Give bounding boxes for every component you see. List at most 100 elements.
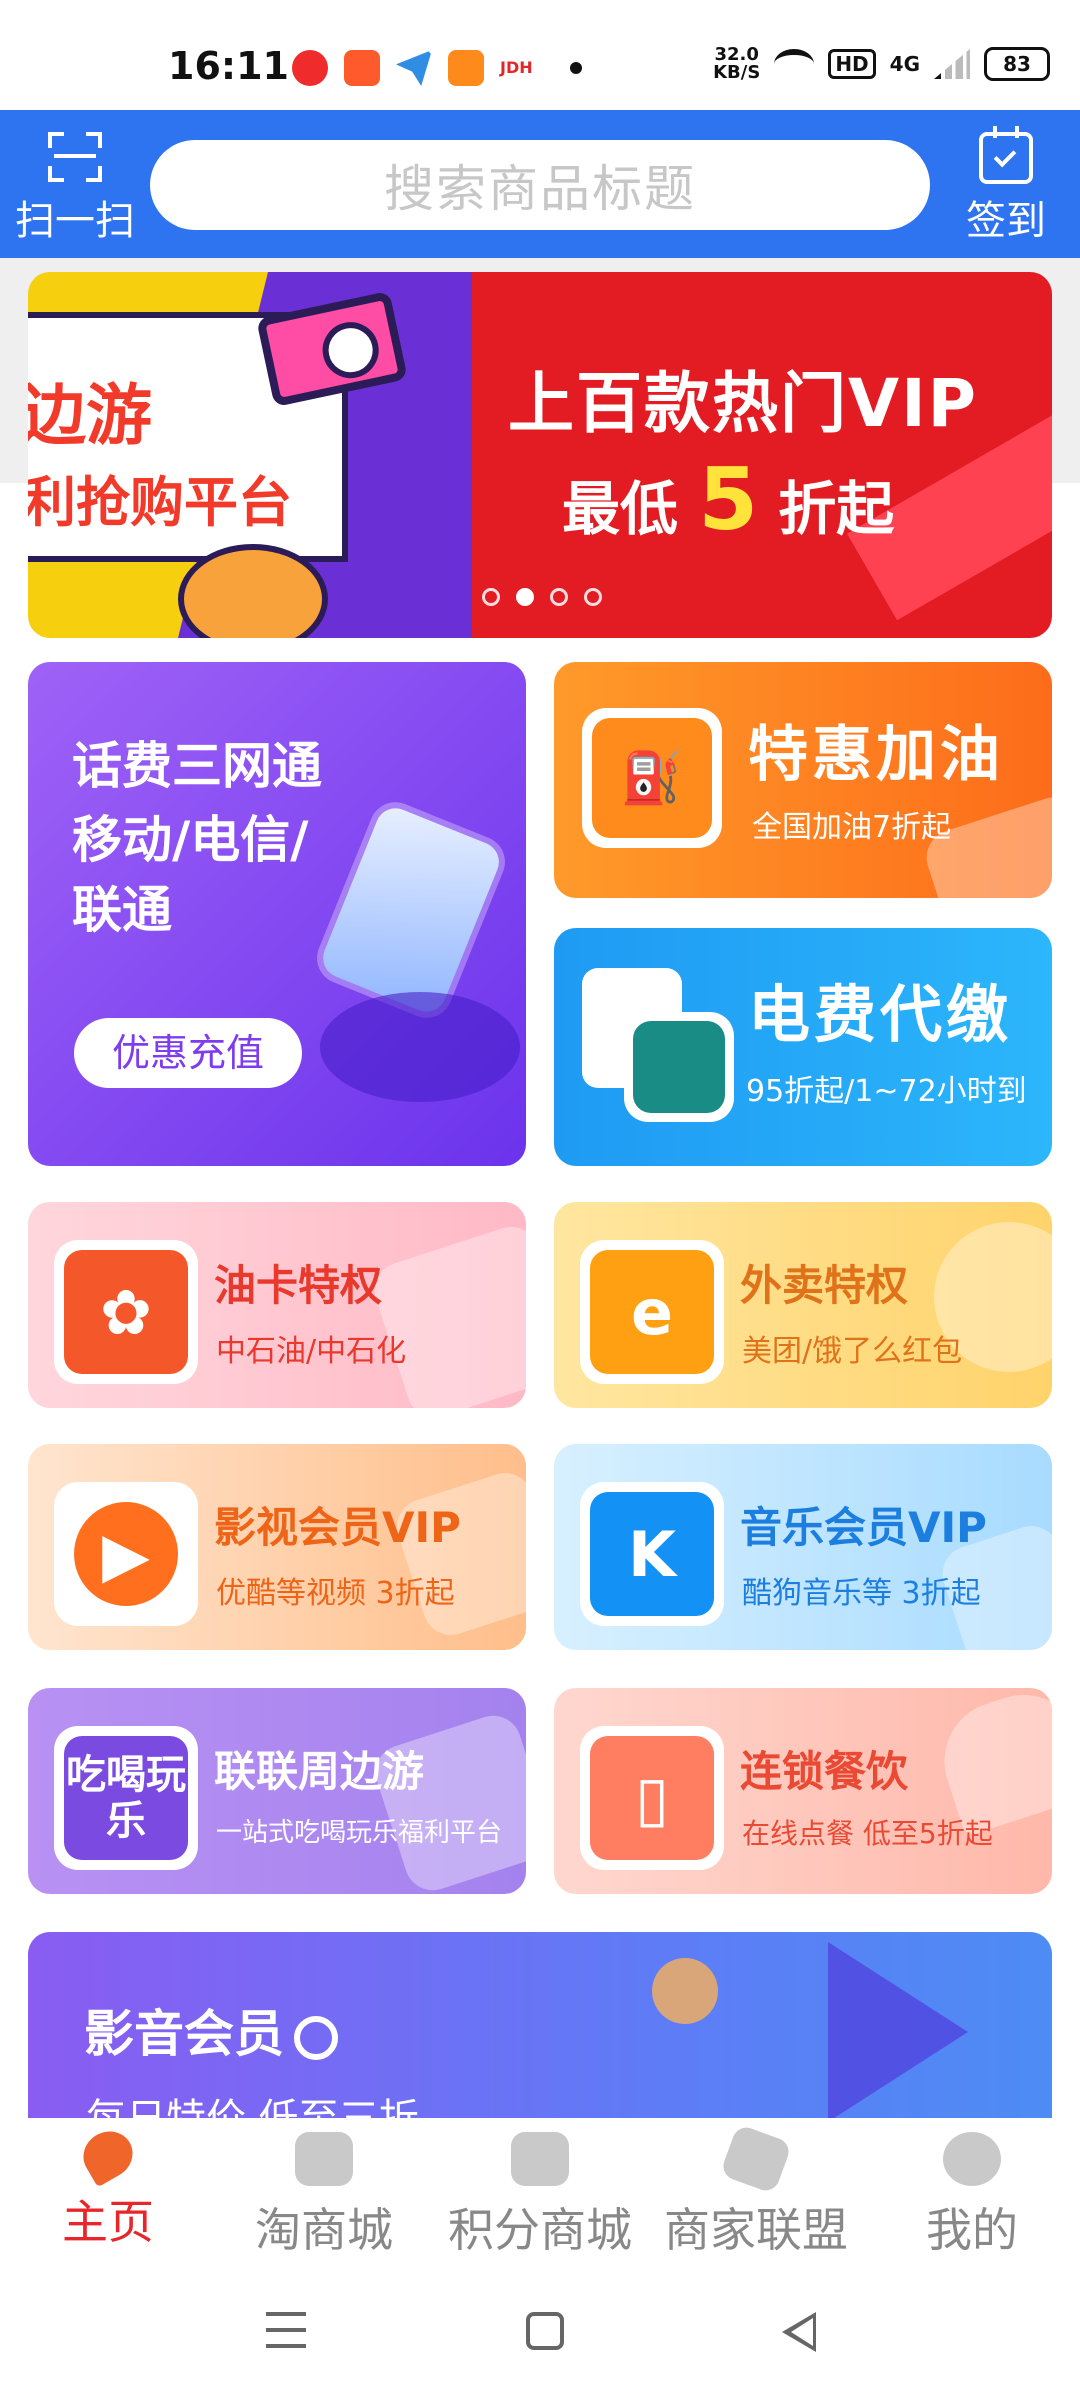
video-vip-card[interactable]: ▶ 影视会员VIP 优酷等视频 3折起: [28, 1444, 526, 1650]
bottom-navigation: 主页 淘商城 积分商城 商家联盟 我的: [0, 2118, 1080, 2268]
restaurant-card-subtitle: 在线点餐 低至5折起: [742, 1817, 993, 1850]
banner-slide-vip: 上百款热门VIP 最低 5 折起: [472, 272, 1052, 638]
state-grid-logo-icon: [624, 1012, 734, 1122]
power-card-subtitle: 95折起/1~72小时到: [746, 1074, 1027, 1109]
tab-points-mall[interactable]: 积分商城: [432, 2118, 648, 2268]
scan-button[interactable]: 扫一扫: [0, 120, 150, 250]
status-time: 16:11: [168, 44, 289, 88]
tab-merchant-alliance[interactable]: 商家联盟: [648, 2118, 864, 2268]
delivery-e-icon: e: [590, 1250, 714, 1374]
battery-icon: 83: [984, 47, 1050, 81]
food-card-subtitle: 美团/饿了么红包: [742, 1334, 963, 1369]
local-tour-card[interactable]: 吃喝玩乐 联联周边游 一站式吃喝玩乐福利平台: [28, 1688, 526, 1894]
media-card-title-text: 影音会员: [84, 2005, 284, 2063]
mobile-order-icon: ▯: [590, 1736, 714, 1860]
kugou-k-icon: K: [590, 1492, 714, 1616]
electricity-bill-card[interactable]: 电费代缴 95折起/1~72小时到: [554, 928, 1052, 1166]
banner-discount-number: 5: [698, 450, 759, 550]
sinopec-logo-icon: ✿: [64, 1250, 188, 1374]
oil-card-privilege-card[interactable]: ✿ 油卡特权 中石油/中石化: [28, 1202, 526, 1408]
video-icon-box: ▶: [54, 1482, 198, 1626]
music-card-subtitle: 酷狗音乐等 3折起: [742, 1576, 981, 1611]
carousel-dot-active[interactable]: [516, 588, 534, 606]
scan-icon: [48, 132, 102, 182]
music-note-icon: [652, 1958, 718, 2024]
top-header: 扫一扫 搜索商品标题 签到: [0, 110, 1080, 258]
music-icon-box: K: [580, 1482, 724, 1626]
cellular-label: 4G: [889, 52, 920, 76]
media-card-subtitle: 每日特价 低至三折: [86, 2096, 419, 2122]
banner-slide-travel: 边游 利抢购平台: [28, 272, 478, 638]
back-triangle-icon[interactable]: [782, 2312, 816, 2352]
chain-restaurant-card[interactable]: ▯ 连锁餐饮 在线点餐 低至5折起: [554, 1688, 1052, 1894]
network-speed-unit: KB/S: [713, 62, 761, 83]
jdh-notification-icon: JDH: [500, 50, 544, 86]
fuel-card-subtitle: 全国加油7折起: [752, 810, 952, 845]
eat-drink-play-icon: 吃喝玩乐: [64, 1736, 188, 1860]
tab-home[interactable]: 主页: [0, 2118, 216, 2268]
sign-in-label: 签到: [966, 198, 1046, 244]
banner-vip-title: 上百款热门VIP: [508, 365, 979, 442]
gas-station-icon: ⛽: [592, 718, 712, 838]
carousel-dot[interactable]: [584, 588, 602, 606]
ticket-icon: [719, 2123, 793, 2195]
oil-card-subtitle: 中石油/中石化: [216, 1334, 407, 1369]
media-vip-card[interactable]: 影音会员 每日特价 低至三折: [28, 1932, 1052, 2122]
recent-apps-icon[interactable]: [266, 2312, 306, 2348]
tab-points-mall-label: 积分商城: [448, 2203, 632, 2257]
promo-banner-carousel[interactable]: 边游 利抢购平台 上百款热门VIP 最低 5 折起: [28, 272, 1052, 638]
phone-card-line2: 移动/电信/: [72, 811, 309, 869]
food-delivery-card[interactable]: e 外卖特权 美团/饿了么红包: [554, 1202, 1052, 1408]
tab-profile[interactable]: 我的: [864, 2118, 1080, 2268]
phone-stand-decoration: [320, 992, 520, 1102]
restaurant-icon-box: ▯: [580, 1726, 724, 1870]
phone-card-line1: 话费三网通: [72, 737, 322, 795]
play-circle-icon: ▶: [74, 1502, 178, 1606]
fuel-discount-card[interactable]: ⛽ 特惠加油 全国加油7折起: [554, 662, 1052, 898]
status-bar: 16:11 JDH 32.0 KB/S HD 4G 83: [0, 0, 1080, 110]
music-vip-card[interactable]: K 音乐会员VIP 酷狗音乐等 3折起: [554, 1444, 1052, 1650]
swirl-icon: [294, 2015, 338, 2060]
banner-discount-suffix: 折起: [778, 475, 895, 543]
tour-card-subtitle: 一站式吃喝玩乐福利平台: [216, 1818, 503, 1848]
system-navigation-bar: [0, 2268, 1080, 2400]
tab-home-label: 主页: [62, 2195, 154, 2249]
kuaishou-notification-icon: [344, 50, 380, 86]
tour-icon-box: 吃喝玩乐: [54, 1726, 198, 1870]
carousel-indicator: [482, 588, 602, 606]
tab-merchant-alliance-label: 商家联盟: [664, 2203, 848, 2257]
banner-vip-discount: 最低 5 折起: [562, 450, 894, 550]
more-notifications-dot-icon: [570, 62, 582, 74]
fuel-icon-box: ⛽: [582, 708, 722, 848]
recharge-button[interactable]: 优惠充值: [74, 1018, 302, 1088]
send-notification-icon: [396, 50, 432, 86]
video-app-notification-icon: [292, 50, 328, 86]
carousel-dot[interactable]: [550, 588, 568, 606]
tour-card-title: 联联周边游: [214, 1747, 425, 1796]
signal-icon: [934, 49, 970, 79]
tab-profile-label: 我的: [926, 2203, 1018, 2257]
home-square-icon[interactable]: [526, 2312, 564, 2350]
hd-icon: HD: [828, 49, 876, 79]
calendar-check-icon: [979, 126, 1033, 184]
tab-taobao-mall-label: 淘商城: [255, 2203, 393, 2257]
carousel-dot[interactable]: [482, 588, 500, 606]
fuel-card-title: 特惠加油: [748, 720, 1004, 790]
food-delivery-icon-box: e: [580, 1240, 724, 1384]
phone-illustration-icon: [317, 802, 505, 1018]
profile-icon: [943, 2132, 1001, 2186]
home-logo-icon: [74, 2122, 142, 2188]
power-card-title: 电费代缴: [748, 978, 1013, 1051]
oil-card-icon-box: ✿: [54, 1240, 198, 1384]
search-placeholder: 搜索商品标题: [384, 160, 696, 218]
store-icon: [295, 2132, 353, 2186]
phone-recharge-card[interactable]: 话费三网通 移动/电信/ 联通 优惠充值: [28, 662, 526, 1166]
search-input[interactable]: 搜索商品标题: [150, 140, 930, 230]
points-crown-icon: [511, 2132, 569, 2186]
oil-card-title: 油卡特权: [214, 1261, 383, 1310]
restaurant-card-title: 连锁餐饮: [740, 1747, 909, 1796]
tab-taobao-mall[interactable]: 淘商城: [216, 2118, 432, 2268]
sign-in-button[interactable]: 签到: [932, 120, 1080, 250]
banner-left-line1: 边游: [28, 377, 152, 454]
banner-discount-prefix: 最低: [562, 475, 679, 543]
